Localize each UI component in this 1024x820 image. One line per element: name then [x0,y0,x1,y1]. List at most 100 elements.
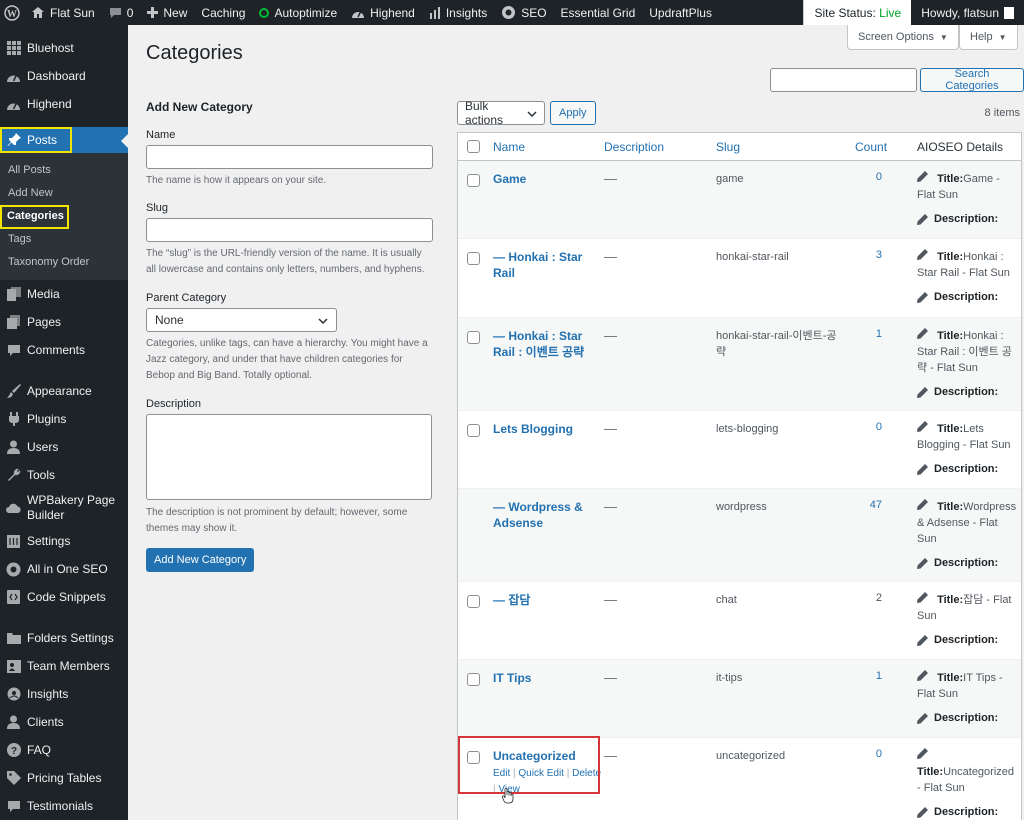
menu-item-media[interactable]: Media [0,280,128,308]
table-header: Name Description Slug Count AIOSEO Detai… [458,133,1021,161]
column-count[interactable]: Count [855,140,887,154]
menu-item-settings[interactable]: Settings [0,527,128,555]
adminbar-caching[interactable]: Caching [194,0,252,25]
site-status[interactable]: Site Status: Live [803,0,912,25]
new-label: New [163,5,188,20]
name-input[interactable] [146,145,433,169]
category-name-link[interactable]: — Honkai : Star Rail [493,249,588,281]
row-checkbox[interactable] [467,673,480,686]
category-description: — [604,592,617,607]
adminbar-insights[interactable]: Insights [422,0,494,25]
parent-select[interactable]: None [146,308,337,332]
menu-label-plugins: Plugins [27,411,67,426]
category-count[interactable]: 2 [852,592,882,604]
menu-label-testimonials: Testimonials [27,798,94,813]
category-count[interactable]: 1 [852,328,882,340]
category-name-link[interactable]: — Honkai : Star Rail : 이벤트 공략 [493,328,588,360]
category-name-link[interactable]: Lets Blogging [493,421,588,437]
row-checkbox[interactable] [467,331,480,344]
bulk-actions-select[interactable]: Bulk actions [457,99,545,127]
help-button[interactable]: Help ▼ [959,25,1018,50]
menu-item-testimonials[interactable]: Testimonials [0,792,128,820]
adminbar-essential-grid[interactable]: Essential Grid [554,0,643,25]
screen-options-button[interactable]: Screen Options ▼ [847,25,959,50]
menu-label-users: Users [27,439,59,454]
category-name-link[interactable]: Game [493,171,588,187]
wordpress-logo-icon[interactable]: W [0,0,24,25]
slug-input[interactable] [146,218,433,242]
category-slug: honkai-star-rail [716,251,789,263]
menu-label-appearance: Appearance [27,383,92,398]
table-row: IT Tips — it-tips 1 Title:IT Tips - Flat Su… [458,660,1021,738]
menu-item-posts[interactable]: Posts [0,127,128,153]
menu-item-bluehost[interactable]: Bluehost [0,34,128,62]
submenu-taxonomy-order[interactable]: Taxonomy Order [0,251,128,274]
menu-item-team-members[interactable]: Team Members [0,652,128,680]
category-slug: honkai-star-rail-이벤트-공략 [716,330,837,358]
category-name-link[interactable]: — Wordpress & Adsense [493,499,588,531]
slug-help: The “slug” is the URL-friendly version o… [146,248,425,275]
table-row: — 잡담 — chat 2 Title:잡담 - Flat Sun Descriptio… [458,582,1021,660]
adminbar-autoptimize[interactable]: Autoptimize [252,0,344,25]
menu-item-aioseo[interactable]: All in One SEO [0,555,128,583]
submenu-all-posts[interactable]: All Posts [0,159,128,182]
submenu-add-new[interactable]: Add New [0,182,128,205]
category-count[interactable]: 0 [852,171,882,183]
menu-item-code-snippets[interactable]: Code Snippets [0,583,128,611]
table-row: Game — game 0 Title:Game - Flat Sun Descript… [458,161,1021,239]
submenu-tags[interactable]: Tags [0,228,128,251]
chevron-down-icon [527,106,537,120]
adminbar-comments[interactable]: 0 [102,0,141,25]
row-checkbox[interactable] [467,424,480,437]
menu-item-folders-settings[interactable]: Folders Settings [0,624,128,652]
column-description[interactable]: Description [604,140,664,154]
howdy-user[interactable]: Howdy, flatsun [911,0,1024,25]
menu-item-appearance[interactable]: Appearance [0,377,128,405]
menu-item-users[interactable]: Users [0,433,128,461]
adminbar-updraftplus[interactable]: UpdraftPlus [642,0,719,25]
menu-item-wpbakery[interactable]: WPBakery Page Builder [0,489,128,527]
add-new-category-button[interactable]: Add New Category [146,548,255,572]
description-textarea[interactable] [146,414,432,500]
adminbar-highend[interactable]: Highend [344,0,422,25]
adminbar-new[interactable]: New [140,0,194,25]
row-checkbox[interactable] [467,174,480,187]
category-count[interactable]: 0 [852,748,882,760]
category-count[interactable]: 47 [852,499,882,511]
table-row: Lets Blogging — lets-blogging 0 Title:Lets … [458,411,1021,489]
menu-item-tools[interactable]: Tools [0,461,128,489]
menu-item-comments[interactable]: Comments [0,336,128,364]
menu-item-pages[interactable]: Pages [0,308,128,336]
category-count[interactable]: 3 [852,249,882,261]
menu-item-dashboard[interactable]: Dashboard [0,62,128,90]
apply-button[interactable]: Apply [550,101,596,125]
adminbar-seo[interactable]: SEO [494,0,553,25]
menu-item-clients[interactable]: Clients [0,708,128,736]
categories-table: Name Description Slug Count AIOSEO Detai… [457,132,1022,820]
category-name-link[interactable]: IT Tips [493,670,588,686]
row-checkbox[interactable] [467,595,480,608]
menu-item-plugins[interactable]: Plugins [0,405,128,433]
category-name-link[interactable]: — 잡담 [493,592,588,608]
menu-item-pricing-tables[interactable]: Pricing Tables [0,764,128,792]
menu-item-insights[interactable]: Insights [0,680,128,708]
svg-text:W: W [7,9,17,20]
site-status-label: Site Status: [814,5,876,20]
menu-label-pricing-tables: Pricing Tables [27,770,102,785]
row-checkbox[interactable] [467,252,480,265]
category-count[interactable]: 1 [852,670,882,682]
search-categories-button[interactable]: Search Categories [920,68,1024,92]
search-input[interactable] [770,68,917,92]
menu-item-highend[interactable]: Highend [0,90,128,118]
cursor-icon [502,788,514,807]
category-count[interactable]: 0 [852,421,882,433]
select-all-checkbox[interactable] [467,140,480,153]
column-name[interactable]: Name [493,140,525,154]
adminbar-site-name[interactable]: Flat Sun [24,0,102,25]
column-slug[interactable]: Slug [716,140,740,154]
svg-text:?: ? [10,746,16,757]
help-label: Help [970,31,993,43]
menu-item-faq[interactable]: ? FAQ [0,736,128,764]
aioseo-details: Title:잡담 - Flat Sun Description: [917,592,1017,648]
pencil-icon [917,712,928,724]
